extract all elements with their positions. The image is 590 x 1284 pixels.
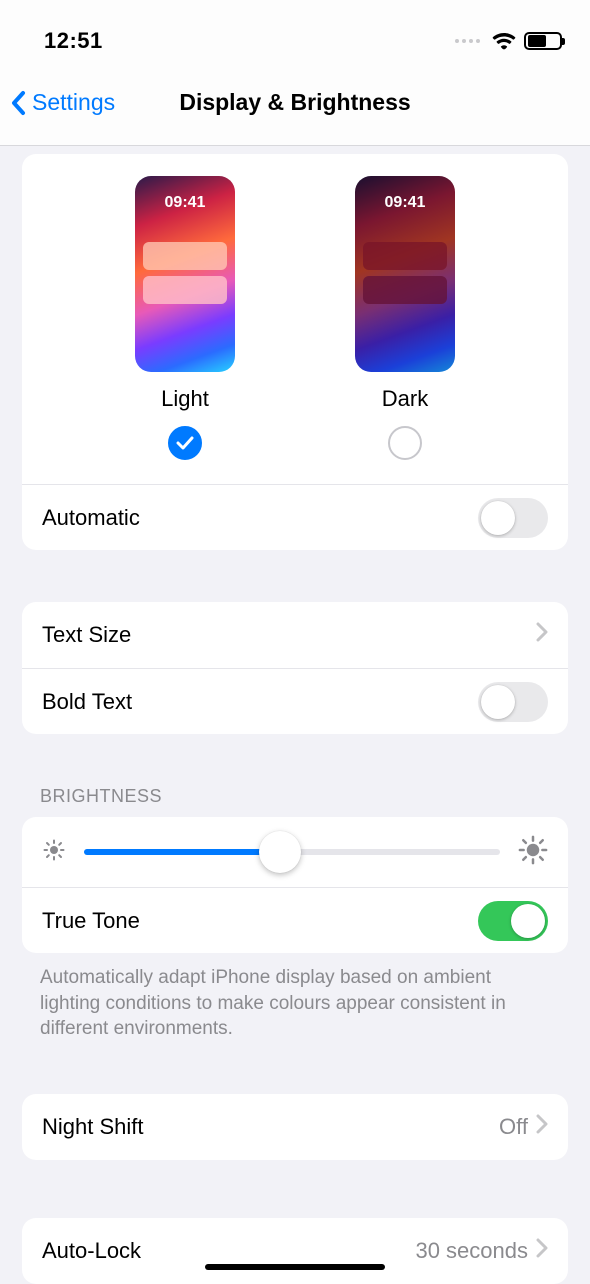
brightness-slider-row (22, 817, 568, 887)
true-tone-label: True Tone (42, 908, 140, 934)
battery-level (528, 35, 546, 47)
status-time: 12:51 (44, 28, 103, 54)
brightness-group: True Tone (22, 817, 568, 953)
bold-text-toggle[interactable] (478, 682, 548, 722)
chevron-left-icon (10, 89, 28, 117)
chevron-right-icon (536, 1114, 548, 1140)
light-preview-icon: 09:41 (135, 176, 235, 372)
dark-preview-icon: 09:41 (355, 176, 455, 372)
cellular-dots-icon (455, 39, 480, 43)
automatic-toggle[interactable] (478, 498, 548, 538)
slider-thumb[interactable] (259, 831, 301, 873)
automatic-label: Automatic (42, 505, 140, 531)
nav-header: Settings Display & Brightness (0, 60, 590, 146)
bold-text-row: Bold Text (22, 668, 568, 734)
chevron-right-icon (536, 622, 548, 648)
true-tone-row: True Tone (22, 887, 568, 953)
text-size-label: Text Size (42, 622, 131, 648)
automatic-row: Automatic (22, 484, 568, 550)
section-footer-true-tone: Automatically adapt iPhone display based… (0, 953, 590, 1042)
preview-time: 09:41 (355, 194, 455, 212)
appearance-option-dark[interactable]: 09:41 Dark (355, 176, 455, 460)
preview-time: 09:41 (135, 194, 235, 212)
auto-lock-row[interactable]: Auto-Lock 30 seconds (22, 1218, 568, 1284)
auto-lock-group: Auto-Lock 30 seconds (22, 1218, 568, 1284)
back-button[interactable]: Settings (10, 89, 115, 117)
appearance-option-label: Dark (382, 386, 428, 412)
status-right (455, 32, 562, 50)
text-size-row[interactable]: Text Size (22, 602, 568, 668)
night-shift-row[interactable]: Night Shift Off (22, 1094, 568, 1160)
night-shift-value: Off (499, 1114, 528, 1140)
section-header-brightness: BRIGHTNESS (0, 786, 590, 807)
home-indicator (205, 1264, 385, 1270)
text-group: Text Size Bold Text (22, 602, 568, 734)
true-tone-toggle[interactable] (478, 901, 548, 941)
battery-icon (524, 32, 562, 50)
auto-lock-label: Auto-Lock (42, 1238, 141, 1264)
brightness-slider[interactable] (84, 849, 500, 855)
night-shift-group: Night Shift Off (22, 1094, 568, 1160)
auto-lock-value: 30 seconds (415, 1238, 528, 1264)
appearance-option-label: Light (161, 386, 209, 412)
night-shift-label: Night Shift (42, 1114, 144, 1140)
appearance-option-light[interactable]: 09:41 Light (135, 176, 235, 460)
chevron-right-icon (536, 1238, 548, 1264)
sun-max-icon (518, 835, 548, 870)
status-bar: 12:51 (0, 0, 590, 60)
sun-min-icon (42, 838, 66, 867)
bold-text-label: Bold Text (42, 689, 132, 715)
appearance-group: 09:41 Light 09:41 Dark (22, 154, 568, 550)
wifi-icon (492, 32, 516, 50)
radio-dark[interactable] (388, 426, 422, 460)
back-label: Settings (32, 89, 115, 116)
radio-light[interactable] (168, 426, 202, 460)
slider-fill (84, 849, 280, 855)
